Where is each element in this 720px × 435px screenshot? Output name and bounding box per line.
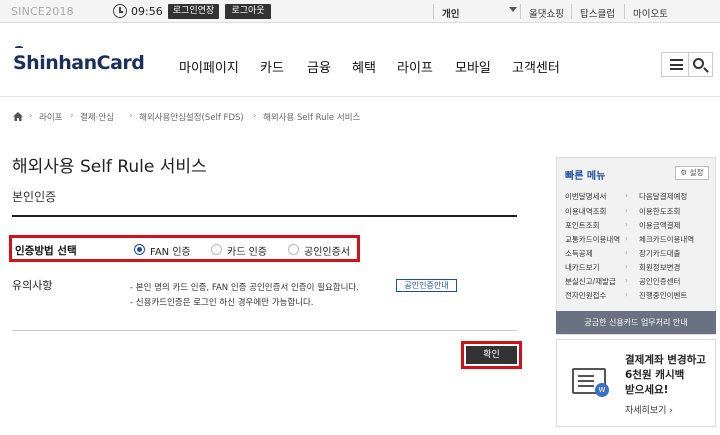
shinhan-card-logo[interactable]: ShinhanCard <box>13 46 145 74</box>
quick-item[interactable]: 다음달결제예정 <box>639 191 687 202</box>
chevron-right-icon: › <box>29 111 33 121</box>
won-coin-icon: W <box>595 383 609 397</box>
divider <box>571 4 572 19</box>
divider <box>433 4 434 19</box>
notice-divider <box>12 330 517 331</box>
quick-item[interactable]: 장기카드대출 <box>639 248 680 259</box>
menu-icon[interactable] <box>670 59 683 70</box>
section-title: 본인인증 <box>12 190 57 204</box>
chevron-down-icon[interactable] <box>509 7 517 12</box>
nav-life[interactable]: 라이프 <box>397 57 433 76</box>
quick-item[interactable]: 공인인증센터 <box>639 276 680 287</box>
login-extend-button[interactable]: 로그인연장 <box>168 4 219 19</box>
quick-item[interactable]: 체크카드이용내역 <box>639 234 694 245</box>
promo-box[interactable]: W 결제계좌 변경하고 6천원 캐시백 받으세요! 자세히보기 › <box>556 339 716 427</box>
logo-accent <box>15 46 23 49</box>
notice-title: 유의사항 <box>12 279 53 292</box>
nav-finance[interactable]: 금융 <box>307 57 331 76</box>
confirm-button[interactable]: 확인 <box>466 346 517 364</box>
notice-line: - 신용카드인증은 로그인 하신 경우에만 가능합니다. <box>130 298 314 308</box>
since-label: SINCE2018 <box>11 5 74 18</box>
chevron-right-icon: › <box>70 111 74 121</box>
nav-mypage[interactable]: 마이페이지 <box>179 57 239 76</box>
nav-mobile[interactable]: 모바일 <box>455 57 491 76</box>
quick-item[interactable]: 분실신고/재발급 <box>565 276 616 287</box>
header-divider <box>0 96 720 97</box>
settings-label: 설정 <box>689 168 704 177</box>
chevron-right-icon: › <box>625 276 628 285</box>
chevron-right-icon: › <box>625 290 628 299</box>
promo-more-link[interactable]: 자세히보기 › <box>625 403 673 416</box>
divider <box>624 4 625 19</box>
link-personal[interactable]: 개인 <box>442 6 459 20</box>
radio-card-auth[interactable] <box>211 244 222 255</box>
promo-text: 받으세요! <box>625 384 669 396</box>
header-icon-group <box>661 52 713 77</box>
quick-menu-title: 빠른 메뉴 <box>565 171 606 182</box>
divider <box>520 4 521 19</box>
nav-benefits[interactable]: 혜택 <box>352 57 376 76</box>
section-divider <box>12 215 517 217</box>
auth-method-highlight: 인증방법 선택 FAN 인증 카드 인증 공인인증서 <box>9 235 360 262</box>
link-my-auto[interactable]: 마이오토 <box>633 6 668 20</box>
quick-item[interactable]: 내카드보기 <box>565 262 600 273</box>
quick-item[interactable]: 포인트조회 <box>565 220 600 231</box>
quick-item[interactable]: 이용내역조회 <box>565 206 606 217</box>
notice-line: - 본인 명의 카드 인증, FAN 인증 공인인증서 인증이 필요합니다. <box>130 283 359 293</box>
confirm-highlight: 확인 <box>461 341 522 369</box>
quick-item[interactable]: 이번달명세서 <box>565 191 606 202</box>
chevron-right-icon: › <box>625 206 628 215</box>
quick-item[interactable]: 소득공제 <box>565 248 593 259</box>
breadcrumb-item[interactable]: 결제·안심 <box>80 111 114 123</box>
clock-icon <box>113 4 127 18</box>
chevron-right-icon: › <box>129 111 133 121</box>
quick-item[interactable]: 이용금액결제 <box>639 220 680 231</box>
breadcrumb-item[interactable]: 해외사용안심설정(Self FDS) <box>139 111 244 123</box>
auth-method-label: 인증방법 선택 <box>15 245 77 257</box>
radio-fan-auth[interactable] <box>134 244 145 255</box>
divider <box>688 53 689 76</box>
quick-item[interactable]: 회원정보변경 <box>639 262 680 273</box>
top-utility-bar: SINCE2018 09:56 로그인연장 로그아웃 개인 올댓쇼핑 탑스클럽 … <box>0 0 720 23</box>
quick-item[interactable]: 교통카드이용내역 <box>565 234 620 245</box>
home-icon[interactable] <box>13 112 23 121</box>
quick-menu: 빠른 메뉴 ⚙ 설정 이번달명세서 이용내역조회 포인트조회 교통카드이용내역 … <box>556 157 716 335</box>
radio-cert-auth[interactable] <box>288 244 299 255</box>
promo-text: 6천원 캐시백 <box>625 369 685 381</box>
chevron-right-icon: › <box>625 234 628 243</box>
promo-text: 결제계좌 변경하고 <box>625 354 706 366</box>
search-icon[interactable] <box>693 58 704 69</box>
chevron-right-icon: › <box>625 248 628 257</box>
session-timer: 09:56 <box>131 5 163 18</box>
radio-label[interactable]: 카드 인증 <box>227 243 267 258</box>
cert-guide-button[interactable]: 공인인증안내 <box>396 279 457 292</box>
chevron-right-icon: › <box>625 191 628 200</box>
quick-item[interactable]: 전자민원접수 <box>565 290 606 301</box>
card-guide-banner[interactable]: 궁금한 신용카드 업무처리 안내 <box>556 311 716 334</box>
logo-text: ShinhanCard <box>13 52 145 74</box>
quick-item[interactable]: 이용한도조회 <box>639 206 680 217</box>
nav-customer-center[interactable]: 고객센터 <box>512 57 560 76</box>
breadcrumb-current: 해외사용 Self Rule 서비스 <box>263 113 361 123</box>
breadcrumb-item[interactable]: 라이프 <box>39 111 62 123</box>
chevron-right-icon: › <box>625 220 628 229</box>
page-title: 해외사용 Self Rule 서비스 <box>12 157 207 177</box>
logout-button[interactable]: 로그아웃 <box>225 4 271 19</box>
radio-label[interactable]: 공인인증서 <box>304 243 350 258</box>
quick-item[interactable]: 진행중인이벤트 <box>639 290 687 301</box>
radio-label[interactable]: FAN 인증 <box>150 243 191 258</box>
nav-card[interactable]: 카드 <box>260 57 284 76</box>
link-allthat-shopping[interactable]: 올댓쇼핑 <box>529 6 564 20</box>
chevron-right-icon: › <box>253 111 257 121</box>
link-tops-club[interactable]: 탑스클럽 <box>580 6 615 20</box>
chevron-right-icon: › <box>625 262 628 271</box>
quick-menu-settings-button[interactable]: ⚙ 설정 <box>675 166 709 180</box>
